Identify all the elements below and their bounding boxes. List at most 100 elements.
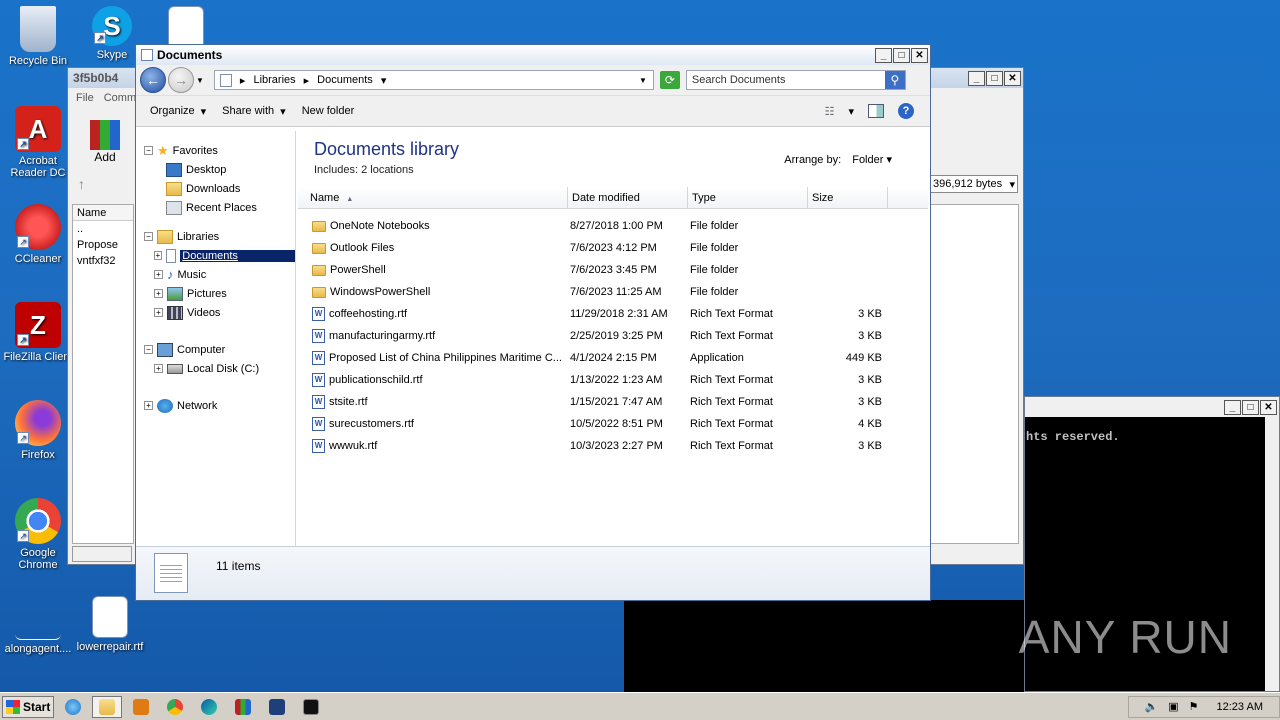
file-row[interactable]: Outlook Files 7/6/2023 4:12 PM File folder bbox=[296, 237, 930, 259]
clock[interactable]: 12:23 AM bbox=[1217, 701, 1263, 713]
forward-button[interactable]: → bbox=[168, 67, 194, 93]
maximize-button[interactable]: □ bbox=[893, 47, 910, 63]
tree-item-desktop[interactable]: Desktop bbox=[136, 160, 295, 179]
search-input[interactable]: Search Documents bbox=[692, 74, 786, 86]
menu-commands[interactable]: Comm bbox=[104, 92, 136, 104]
expand-icon[interactable]: + bbox=[154, 289, 163, 298]
taskbar-cmd[interactable] bbox=[296, 696, 326, 718]
desktop-icon-lowerrepair[interactable]: lowerrepair.rtf bbox=[72, 596, 148, 653]
tree-item-videos[interactable]: + Videos bbox=[136, 303, 295, 322]
tree-item-music[interactable]: + ♪ Music bbox=[136, 265, 295, 284]
address-history-chevron-icon[interactable]: ▼ bbox=[639, 76, 647, 85]
add-button[interactable]: Add bbox=[90, 120, 120, 164]
share-with-button[interactable]: Share with ▾ bbox=[214, 105, 294, 118]
collapse-icon[interactable]: − bbox=[144, 345, 153, 354]
close-button[interactable]: ✕ bbox=[1004, 70, 1021, 86]
explorer-window[interactable]: Documents _ □ ✕ ← → ▼ ▸ Libraries ▸ Docu… bbox=[135, 44, 931, 601]
help-icon[interactable]: ? bbox=[898, 103, 914, 119]
expand-icon[interactable]: + bbox=[154, 308, 163, 317]
expand-icon[interactable]: + bbox=[154, 251, 162, 260]
desktop-icon-filezilla[interactable]: Z ↗ FileZilla Client bbox=[0, 302, 76, 363]
organize-button[interactable]: Organize ▾ bbox=[142, 105, 214, 118]
minimize-button[interactable]: _ bbox=[1224, 399, 1241, 415]
flag-icon[interactable]: ⚑ bbox=[1189, 700, 1199, 713]
taskbar-powershell[interactable] bbox=[262, 696, 292, 718]
desktop-icon-ccleaner[interactable]: ↗ CCleaner bbox=[0, 204, 76, 265]
list-item[interactable]: .. bbox=[73, 221, 133, 237]
file-row[interactable]: Wwwwuk.rtf 10/3/2023 2:27 PM Rich Text For… bbox=[296, 435, 930, 457]
breadcrumb-documents[interactable]: Documents bbox=[317, 74, 373, 86]
tree-item-favorites[interactable]: − ★ Favorites bbox=[136, 141, 295, 160]
list-item[interactable]: vntfxf32 bbox=[73, 253, 133, 269]
breadcrumb-separator[interactable]: ▾ bbox=[381, 74, 387, 87]
arrange-dropdown[interactable]: Folder ▾ bbox=[852, 154, 892, 166]
archive-file-list[interactable]: Name .. Propose vntfxf32 bbox=[72, 204, 134, 544]
new-folder-button[interactable]: New folder bbox=[294, 105, 363, 117]
volume-icon[interactable]: 🔈 bbox=[1145, 700, 1159, 713]
file-row[interactable]: Wstsite.rtf 1/15/2021 7:47 AM Rich Text Fo… bbox=[296, 391, 930, 413]
tree-item-pictures[interactable]: + Pictures bbox=[136, 284, 295, 303]
collapse-icon[interactable]: − bbox=[144, 232, 153, 241]
tree-item-downloads[interactable]: Downloads bbox=[136, 179, 295, 198]
file-row[interactable]: Wcoffeehosting.rtf 11/29/2018 2:31 AM Rich… bbox=[296, 303, 930, 325]
taskbar-winrar[interactable] bbox=[228, 696, 258, 718]
network-tray-icon[interactable]: ▣ bbox=[1168, 700, 1178, 713]
console-scrollbar[interactable] bbox=[1265, 417, 1279, 691]
address-bar[interactable]: ▸ Libraries ▸ Documents ▾ ▼ bbox=[213, 70, 654, 90]
archive-col-name[interactable]: Name bbox=[73, 205, 133, 221]
tree-item-documents[interactable]: + Documents bbox=[136, 246, 296, 265]
expand-icon[interactable]: + bbox=[144, 401, 153, 410]
maximize-button[interactable]: □ bbox=[1242, 399, 1259, 415]
breadcrumb-separator[interactable]: ▸ bbox=[304, 74, 310, 87]
column-type[interactable]: Type bbox=[688, 187, 808, 208]
file-row[interactable]: Wsurecustomers.rtf 10/5/2022 8:51 PM Rich … bbox=[296, 413, 930, 435]
taskbar-chrome[interactable] bbox=[160, 696, 190, 718]
size-dropdown[interactable]: 396,912 bytes ▾ bbox=[930, 175, 1018, 193]
desktop-icon-chrome[interactable]: ↗ Google Chrome bbox=[0, 498, 76, 571]
minimize-button[interactable]: _ bbox=[875, 47, 892, 63]
taskbar-edge[interactable] bbox=[194, 696, 224, 718]
column-name[interactable]: Name ▲ bbox=[298, 187, 568, 208]
taskbar-ie[interactable] bbox=[58, 696, 88, 718]
collapse-icon[interactable]: − bbox=[144, 146, 153, 155]
file-row[interactable]: OneNote Notebooks 8/27/2018 1:00 PM File f… bbox=[296, 215, 930, 237]
file-row[interactable]: Wmanufacturingarmy.rtf 2/25/2019 3:25 PM R… bbox=[296, 325, 930, 347]
list-item[interactable]: Propose bbox=[73, 237, 133, 253]
file-row[interactable]: W Proposed List of China Philippines Mari… bbox=[296, 347, 930, 369]
preview-pane-icon[interactable] bbox=[868, 104, 884, 118]
expand-icon[interactable]: + bbox=[154, 364, 163, 373]
menu-file[interactable]: File bbox=[76, 92, 94, 104]
tree-item-computer[interactable]: − Computer bbox=[136, 340, 295, 359]
up-arrow-icon[interactable]: ↑ bbox=[78, 176, 85, 192]
column-size[interactable]: Size bbox=[808, 187, 888, 208]
back-button[interactable]: ← bbox=[140, 67, 166, 93]
tree-item-local-disk[interactable]: + Local Disk (C:) bbox=[136, 359, 295, 378]
expand-icon[interactable]: + bbox=[154, 270, 163, 279]
tree-item-network[interactable]: + Network bbox=[136, 396, 295, 415]
desktop-icon-acrobat[interactable]: A ↗ Acrobat Reader DC bbox=[0, 106, 76, 179]
start-button[interactable]: Start bbox=[2, 695, 54, 718]
tree-item-recent-places[interactable]: Recent Places bbox=[136, 198, 295, 217]
library-includes[interactable]: Includes: 2 locations bbox=[314, 164, 414, 176]
explorer-titlebar[interactable]: Documents _ □ ✕ bbox=[136, 45, 930, 65]
desktop-icon-firefox[interactable]: ↗ Firefox bbox=[0, 400, 76, 461]
breadcrumb-separator[interactable]: ▸ bbox=[240, 74, 246, 87]
file-row[interactable]: PowerShell 7/6/2023 3:45 PM File folder bbox=[296, 259, 930, 281]
breadcrumb-libraries[interactable]: Libraries bbox=[253, 74, 295, 86]
recent-pages-chevron-icon[interactable]: ▼ bbox=[196, 76, 204, 85]
refresh-button[interactable]: ⟳ bbox=[659, 71, 680, 89]
column-date[interactable]: Date modified bbox=[568, 187, 688, 208]
minimize-button[interactable]: _ bbox=[968, 70, 985, 86]
file-row[interactable]: Wpublicationschild.rtf 1/13/2022 1:23 AM R… bbox=[296, 369, 930, 391]
view-options-icon[interactable]: ☷ bbox=[825, 105, 835, 118]
maximize-button[interactable]: □ bbox=[986, 70, 1003, 86]
chevron-down-icon[interactable]: ▾ bbox=[848, 105, 854, 118]
search-box[interactable]: Search Documents ⚲ bbox=[685, 70, 906, 90]
desktop-icon-recycle-bin[interactable]: Recycle Bin bbox=[0, 6, 76, 67]
desktop-icon-alongagent[interactable]: alongagent.... bbox=[0, 600, 76, 655]
console-titlebar[interactable]: _ □ ✕ bbox=[1025, 397, 1279, 417]
close-button[interactable]: ✕ bbox=[911, 47, 928, 63]
tree-item-libraries[interactable]: − Libraries bbox=[136, 227, 295, 246]
search-icon[interactable]: ⚲ bbox=[884, 71, 905, 89]
file-row[interactable]: WindowsPowerShell 7/6/2023 11:25 AM File f… bbox=[296, 281, 930, 303]
